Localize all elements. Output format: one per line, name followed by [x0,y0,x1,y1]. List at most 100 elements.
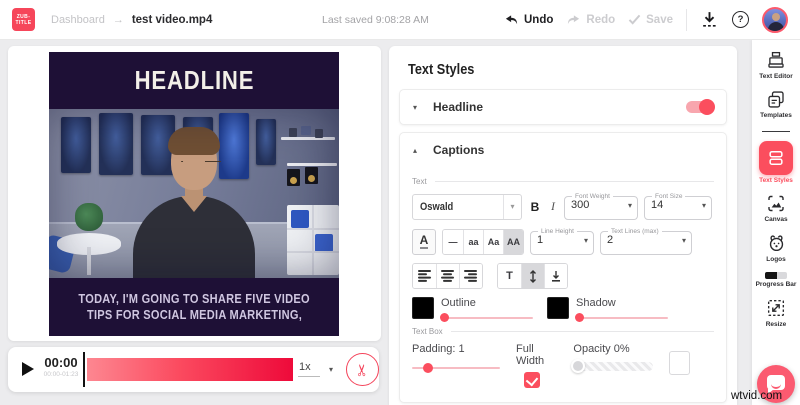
poster [99,113,133,175]
cube-shelf-line [312,205,314,275]
align-left-button[interactable] [413,264,436,288]
outline-color-swatch[interactable] [412,297,434,319]
full-width-control: Full Width [516,343,557,388]
align-right-button[interactable] [459,264,482,288]
full-width-checkbox[interactable] [524,372,540,388]
breadcrumb-filename: test video.mp4 [131,13,213,26]
headline-toggle[interactable] [686,99,715,115]
sidebar-item-templates[interactable]: Templates [760,89,792,119]
opacity-label: Opacity 0% [573,343,630,355]
breadcrumb-dashboard[interactable]: Dashboard [51,14,105,26]
valign-middle-button[interactable] [521,264,544,288]
text-lines-value: 2 [607,234,614,246]
horizontal-align-group [412,263,483,289]
headline-section-header[interactable]: ▾ Headline [400,90,726,124]
sidebar-item-label: Logos [766,256,786,263]
video-canvas[interactable]: HEADLINE TODAY, I'M GOING TO SHARE FIVE … [49,52,339,336]
sidebar-item-resize[interactable]: Resize [765,297,787,328]
padding-label: Padding: 1 [412,343,465,355]
textbox-color-swatch[interactable] [669,351,690,375]
padding-slider-knob[interactable] [423,363,433,373]
sidebar-item-logos[interactable]: Logos [765,232,788,263]
redo-icon [568,15,580,25]
current-time: 00:00 [44,355,78,370]
shadow-slider-knob[interactable] [575,313,584,322]
italic-button[interactable]: I [548,199,558,214]
transform-none-button[interactable]: — [443,229,463,254]
redo-button[interactable]: Redo [566,13,615,26]
sidebar-item-text-editor[interactable]: Text Editor [759,50,793,80]
caption-line-1[interactable]: TODAY, I'M GOING TO SHARE FIVE VIDEO [78,291,309,307]
transform-capitalize-button[interactable]: Aa [483,229,503,254]
chevron-up-icon[interactable]: ▴ [413,146,425,155]
padding-control: Padding: 1 [412,343,500,373]
transform-row: A — aa Aa AA Line Height 1 ▾ Text Lines [412,228,714,255]
line-height-dropdown[interactable]: Line Height 1 ▾ [530,228,594,255]
headline-band[interactable]: HEADLINE [49,52,339,109]
shadow-slider[interactable] [575,313,668,322]
outline-control: Outline [412,297,533,322]
text-styles-panel: Text Styles ▾ Headline ▴ Captions Text O… [389,46,737,405]
text-styles-active-button[interactable] [759,141,793,175]
font-family-select[interactable]: Oswald ▾ [412,193,522,220]
sidebar-item-progress-bar[interactable]: Progress Bar [756,272,796,288]
download-icon[interactable] [700,10,719,29]
align-right-icon [464,270,477,282]
bold-button[interactable]: B [528,200,542,214]
play-icon[interactable] [22,362,34,376]
headline-text[interactable]: HEADLINE [134,65,254,96]
font-size-dropdown[interactable]: Font Size 14 ▾ [644,193,712,220]
shadow-control: Shadow [547,297,668,322]
outline-slider-knob[interactable] [440,313,449,322]
resize-icon [767,299,785,317]
transform-uppercase-button[interactable]: AA [503,229,523,254]
text-color-button[interactable]: A [412,228,436,255]
user-avatar[interactable] [762,6,788,33]
font-weight-dropdown[interactable]: Font Weight 300 ▾ [564,193,638,220]
timeline-track[interactable] [87,358,293,381]
video-preview-card: HEADLINE TODAY, I'M GOING TO SHARE FIVE … [8,46,381,341]
outline-shadow-row: Outline Shadow [412,297,714,322]
watermark: wtvid.com [731,390,783,402]
zubtitle-logo[interactable]: ZUB- TITLE [12,8,35,31]
captions-section-header[interactable]: ▴ Captions [400,133,726,167]
opacity-slider[interactable] [571,359,654,373]
text-transform-group: — aa Aa AA [442,228,524,255]
shelf-item [315,129,323,138]
transform-lowercase-button[interactable]: aa [463,229,483,254]
save-button[interactable]: Save [628,14,673,26]
chevron-down-icon: ▾ [583,235,588,245]
trim-button[interactable]: ✂ [346,353,379,386]
opacity-slider-knob[interactable] [571,359,586,373]
valign-top-button[interactable]: T [498,264,521,288]
canvas-icon [768,195,784,212]
chevron-down-icon: ▾ [701,200,706,210]
font-family-value: Oswald [420,200,454,213]
topbar-divider [686,8,687,31]
full-width-label: Full Width [516,343,545,367]
padding-slider[interactable] [412,363,500,373]
caption-line-2[interactable]: TIPS FOR SOCIAL MEDIA MARKETING, [86,307,301,323]
caption-band[interactable]: TODAY, I'M GOING TO SHARE FIVE VIDEO TIP… [49,278,339,336]
chevron-down-icon[interactable]: ▾ [413,103,425,112]
playback-speed-dropdown[interactable]: 1x ▾ [298,361,333,377]
playhead-handle[interactable] [83,352,85,387]
valign-bottom-button[interactable] [544,264,567,288]
sidebar-item-text-styles[interactable]: Text Styles [759,141,793,184]
typewriter-icon [768,51,784,68]
help-icon[interactable]: ? [732,11,749,28]
align-center-icon [441,270,454,282]
sidebar-item-label: Templates [760,112,792,119]
shadow-color-swatch[interactable] [547,297,569,319]
align-center-button[interactable] [436,264,459,288]
undo-button[interactable]: Undo [504,13,553,26]
line-height-value: 1 [537,234,544,246]
logo-line2: TITLE [15,19,32,26]
topbar: ZUB- TITLE Dashboard → test video.mp4 La… [0,0,800,40]
captions-controls: Text Oswald ▾ B I Font Weight 300 ▾ Font… [400,167,726,388]
sidebar-item-canvas[interactable]: Canvas [764,193,788,223]
redo-label: Redo [586,13,616,26]
text-lines-dropdown[interactable]: Text Lines (max) 2 ▾ [600,228,692,255]
sidebar-item-label: Text Styles [759,177,793,184]
outline-slider[interactable] [440,313,533,322]
